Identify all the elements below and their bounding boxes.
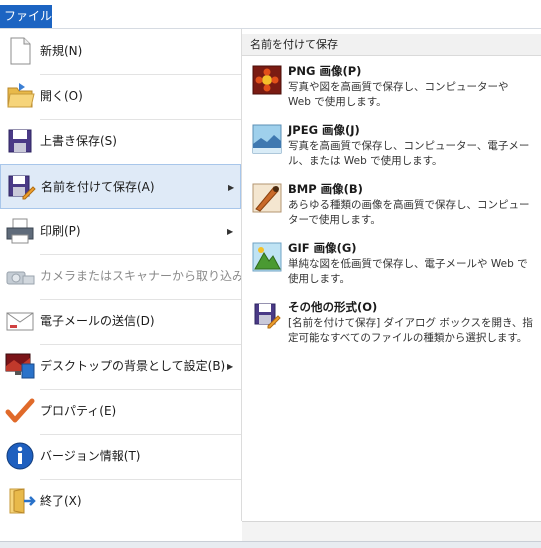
menu-item-label: 終了(X) (40, 494, 82, 508)
menu-separator (40, 479, 241, 480)
submenu-arrow-icon: ▶ (227, 362, 234, 371)
menu-item-save-as[interactable]: 名前を付けて保存(A) ▶ (0, 164, 241, 209)
menu-item-label: 開く(O) (40, 89, 83, 103)
option-description: 単純な図を低画質で保存し、電子メールや Web で使用します。 (288, 258, 528, 285)
save-as-bmp-option[interactable]: BMP 画像(B) あらゆる種類の画像を高画質で保存し、コンピューターで使用しま… (250, 181, 536, 231)
open-folder-icon (4, 80, 36, 112)
submenu-title: 名前を付けて保存 (242, 34, 541, 56)
menu-separator (40, 299, 241, 300)
menu-item-send-email[interactable]: 電子メールの送信(D) (0, 299, 241, 344)
save-as-submenu: 名前を付けて保存 PNG 画像(P) 写真や図を高画質で保存し、コンピューターや… (242, 29, 541, 521)
menu-item-label: デスクトップの背景として設定(B) (40, 359, 226, 373)
gif-image-icon (252, 242, 282, 272)
menu-item-properties[interactable]: プロパティ(E) (0, 389, 241, 434)
menu-item-exit[interactable]: 終了(X) (0, 479, 241, 524)
menu-item-label: 名前を付けて保存(A) (41, 180, 155, 194)
bmp-image-icon (252, 183, 282, 213)
menu-separator (40, 254, 241, 255)
camera-scanner-icon (4, 260, 36, 292)
file-menu-commands: 新規(N) 開く(O) 上書き保存(S) 名前を付けて保存(A) ▶ 印刷(P)… (0, 29, 264, 541)
option-title: PNG 画像(P) (288, 64, 362, 78)
option-description: 写真を高画質で保存し、コンピューター、電子メール、または Web で使用します。 (288, 140, 530, 167)
email-envelope-icon (4, 305, 36, 337)
save-as-png-option[interactable]: PNG 画像(P) 写真や図を高画質で保存し、コンピューターや Web で使用し… (250, 63, 536, 113)
option-description: [名前を付けて保存] ダイアログ ボックスを開き、指定可能なすべてのファイルの種… (288, 317, 533, 344)
menu-item-label: バージョン情報(T) (40, 449, 141, 463)
menu-separator (40, 74, 241, 75)
checkmark-icon (4, 395, 36, 427)
info-icon (4, 440, 36, 472)
new-file-icon (4, 35, 36, 67)
printer-icon (4, 215, 36, 247)
desktop-background-icon (4, 350, 36, 382)
save-as-jpeg-option[interactable]: JPEG 画像(J) 写真を高画質で保存し、コンピューター、電子メール、または … (250, 122, 536, 172)
option-title: BMP 画像(B) (288, 182, 363, 196)
submenu-footer (242, 521, 541, 542)
option-title: JPEG 画像(J) (288, 123, 360, 137)
submenu-arrow-icon: ▶ (228, 183, 235, 192)
menu-item-print[interactable]: 印刷(P) ▶ (0, 209, 241, 254)
menu-item-open[interactable]: 開く(O) (0, 74, 241, 119)
menu-separator (40, 434, 241, 435)
menu-item-label: 印刷(P) (40, 224, 81, 238)
menu-item-label: 新規(N) (40, 44, 83, 58)
submenu-arrow-icon: ▶ (227, 227, 234, 236)
menu-item-label: カメラまたはスキャナーから取り込み(M) (40, 269, 264, 283)
ribbon-tab-bar: ファイル (0, 0, 541, 29)
save-as-other-icon (252, 301, 282, 331)
save-disk-icon (4, 125, 36, 157)
menu-item-set-desktop-background[interactable]: デスクトップの背景として設定(B) ▶ (0, 344, 241, 389)
menu-item-label: 上書き保存(S) (40, 134, 117, 148)
png-image-icon (252, 65, 282, 95)
option-title: その他の形式(O) (288, 300, 378, 314)
save-as-icon (5, 171, 37, 203)
exit-icon (4, 485, 36, 517)
menu-item-save[interactable]: 上書き保存(S) (0, 119, 241, 164)
option-title: GIF 画像(G) (288, 241, 357, 255)
menu-item-label: 電子メールの送信(D) (40, 314, 155, 328)
menu-separator (40, 389, 241, 390)
jpeg-image-icon (252, 124, 282, 154)
menu-item-about[interactable]: バージョン情報(T) (0, 434, 241, 479)
menu-item-import-from-camera: カメラまたはスキャナーから取り込み(M) (0, 254, 264, 299)
menu-separator (40, 344, 241, 345)
save-as-gif-option[interactable]: GIF 画像(G) 単純な図を低画質で保存し、電子メールや Web で使用します… (250, 240, 536, 290)
menu-item-label: プロパティ(E) (40, 404, 117, 418)
file-tab[interactable]: ファイル (0, 5, 52, 28)
menu-item-new[interactable]: 新規(N) (0, 29, 241, 74)
file-menu: 新規(N) 開く(O) 上書き保存(S) 名前を付けて保存(A) ▶ 印刷(P)… (0, 29, 541, 542)
menu-separator (40, 119, 241, 120)
option-description: あらゆる種類の画像を高画質で保存し、コンピューターで使用します。 (288, 199, 530, 226)
save-as-other-formats-option[interactable]: その他の形式(O) [名前を付けて保存] ダイアログ ボックスを開き、指定可能な… (250, 299, 536, 349)
option-description: 写真や図を高画質で保存し、コンピューターや Web で使用します。 (288, 81, 509, 108)
